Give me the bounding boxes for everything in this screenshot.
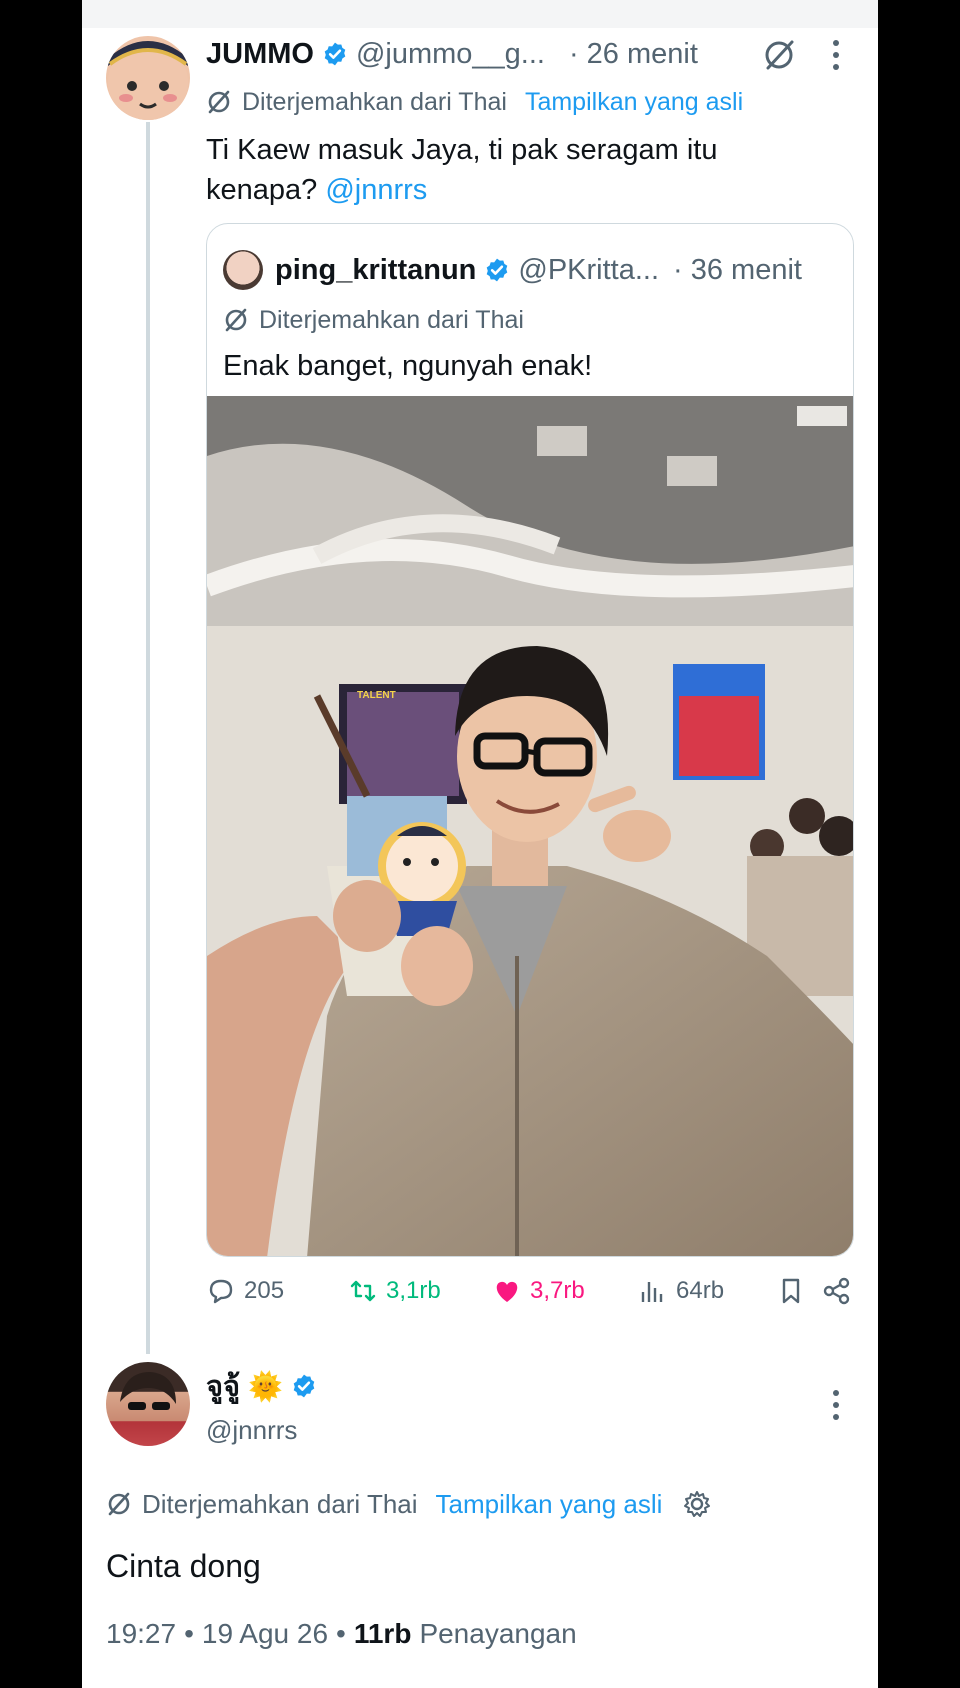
- tweet-text: Ti Kaew masuk Jaya, ti pak seragam itu k…: [206, 130, 846, 210]
- author-handle[interactable]: @jummo__g...: [356, 38, 545, 71]
- reply-text: Cinta dong: [106, 1548, 261, 1584]
- quoted-time[interactable]: · 36 menit: [673, 254, 802, 287]
- top-strip: [82, 0, 878, 28]
- reply-meta: 19:27 • 19 Agu 26 • 11rb Penayangan: [106, 1618, 577, 1650]
- verified-badge-icon: [291, 1373, 317, 1399]
- quoted-author-avatar[interactable]: [223, 250, 263, 290]
- reply-time[interactable]: 19:27: [106, 1618, 176, 1650]
- quoted-translated-note: Diterjemahkan dari Thai: [259, 305, 524, 334]
- views-count: 64rb: [676, 1277, 725, 1304]
- quoted-author-handle[interactable]: @PKritta...: [518, 254, 659, 287]
- more-options-icon[interactable]: [833, 40, 839, 76]
- heart-icon: [496, 1281, 518, 1302]
- translate-icon: [208, 90, 230, 114]
- bookmark-icon: [782, 1278, 800, 1304]
- show-original-link[interactable]: Tampilkan yang asli: [525, 88, 743, 117]
- reply-handle-row: @jnnrrs: [206, 1412, 297, 1448]
- views-button[interactable]: 64rb: [638, 1276, 724, 1306]
- verified-badge-icon: [322, 41, 348, 67]
- views-chart-icon: [641, 1282, 663, 1302]
- thread-connector-line: [146, 122, 150, 1354]
- reply-count: 205: [244, 1277, 285, 1304]
- tweet-action-bar: 205 3,1rb 3,7rb 64rb: [206, 1276, 854, 1320]
- like-button[interactable]: 3,7rb: [492, 1276, 585, 1306]
- sun-emoji: 🌞: [247, 1370, 283, 1402]
- translate-icon: [225, 308, 247, 332]
- reply-date[interactable]: 19 Agu 26: [202, 1618, 328, 1650]
- share-icon: [823, 1277, 850, 1305]
- reply-button[interactable]: 205: [206, 1276, 284, 1306]
- quoted-photo[interactable]: TALENT: [207, 396, 853, 1256]
- tweet-header: JUMMO @jummo__g... · 26 menit: [206, 34, 698, 74]
- reply-show-original-link[interactable]: Tampilkan yang asli: [436, 1489, 663, 1520]
- tweet-text-line2: kenapa? @jnnrrs: [206, 174, 428, 206]
- translate-icon: [108, 1492, 130, 1516]
- more-options-icon[interactable]: [833, 1390, 839, 1426]
- tweet-time[interactable]: · 26 menit: [569, 38, 698, 71]
- tweet-text-line1: Ti Kaew masuk Jaya, ti pak seragam itu: [206, 134, 718, 166]
- repost-button[interactable]: 3,1rb: [348, 1276, 441, 1306]
- quoted-author-name[interactable]: ping_krittanun: [275, 254, 476, 287]
- verified-badge-icon: [484, 257, 510, 283]
- reply-translation-bar: Diterjemahkan dari Thai Tampilkan yang a…: [106, 1484, 712, 1524]
- reply-views-count: 11rb: [353, 1618, 412, 1649]
- like-count: 3,7rb: [530, 1277, 585, 1304]
- settings-gear-icon[interactable]: [682, 1489, 712, 1519]
- author-avatar[interactable]: [106, 36, 190, 120]
- reply-translated-note: Diterjemahkan dari Thai: [142, 1488, 418, 1519]
- reply-views-label: Penayangan: [419, 1618, 577, 1649]
- repost-icon: [350, 1280, 376, 1302]
- grok-slash-icon[interactable]: [762, 38, 796, 77]
- bookmark-button[interactable]: [776, 1276, 814, 1306]
- tweet-thread-screen: JUMMO @jummo__g... · 26 menit Diterjemah…: [82, 0, 878, 1688]
- quoted-tweet-card[interactable]: ping_krittanun @PKritta... · 36 menit Di…: [206, 223, 854, 1257]
- photo-sign-text: TALENT: [357, 690, 396, 701]
- translated-note: Diterjemahkan dari Thai: [242, 87, 507, 116]
- quoted-translation-bar: Diterjemahkan dari Thai: [223, 302, 524, 338]
- reply-author-avatar[interactable]: [106, 1362, 190, 1446]
- quoted-text: Enak banget, ngunyah enak!: [223, 350, 593, 382]
- repost-count: 3,1rb: [386, 1277, 441, 1304]
- mention-link[interactable]: @jnnrrs: [325, 174, 427, 206]
- reply-icon: [209, 1279, 233, 1304]
- reply-author-handle[interactable]: @jnnrrs: [206, 1415, 297, 1446]
- translation-bar: Diterjemahkan dari Thai Tampilkan yang a…: [206, 84, 743, 120]
- reply-header: จูจู้ 🌞: [206, 1364, 325, 1408]
- reply-author-name[interactable]: จูจู้: [206, 1363, 240, 1409]
- quoted-header: ping_krittanun @PKritta... · 36 menit: [275, 250, 802, 290]
- share-button[interactable]: [822, 1276, 860, 1306]
- author-name[interactable]: JUMMO: [206, 38, 314, 71]
